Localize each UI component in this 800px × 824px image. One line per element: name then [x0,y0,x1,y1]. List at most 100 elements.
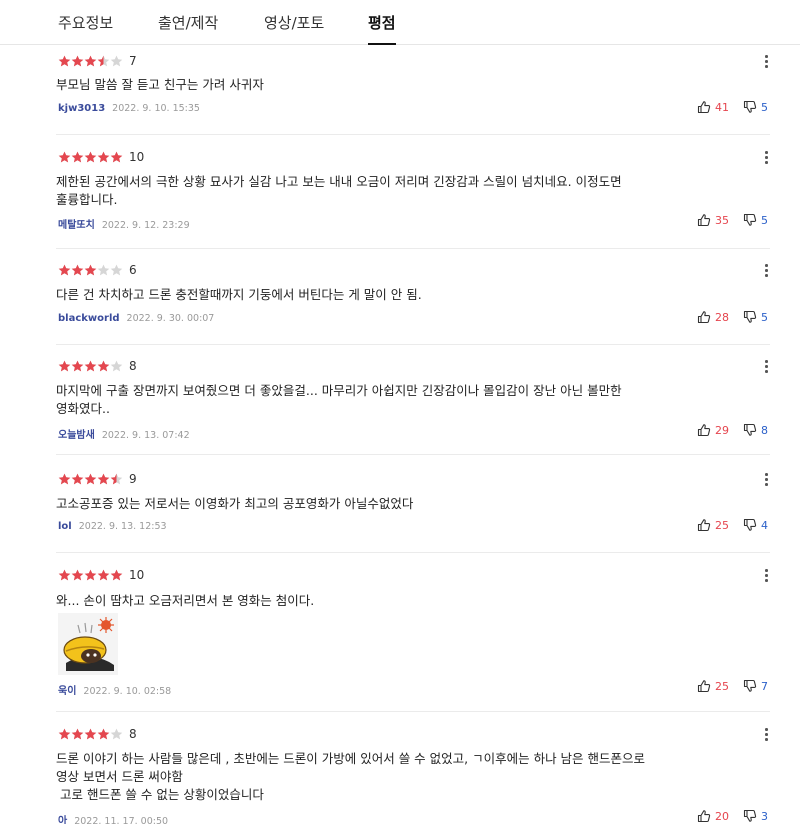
star-icon [110,55,123,66]
more-options-icon[interactable] [762,726,770,742]
like-button[interactable]: 25 [697,518,729,532]
review-item: 7 부모님 말씀 잘 듣고 친구는 가려 사귀자 kjw3013 2022. 9… [56,53,770,135]
review-rating: 7 [58,53,137,69]
dislike-count: 5 [761,213,768,227]
like-button[interactable]: 29 [697,423,729,437]
dislike-button[interactable]: 5 [743,100,768,114]
review-text: 마지막에 구출 장면까지 보여줬으면 더 좋았을걸... 마무리가 아쉽지만 긴… [56,382,622,418]
star-icon [84,264,97,275]
review-text-line: 영화였다.. [56,401,110,416]
review-author[interactable]: kjw3013 [58,103,105,114]
thumbs-down-icon [743,679,761,693]
star-icon [97,360,110,371]
thumbs-down-icon [743,809,761,823]
star-icon [97,728,110,739]
tab-ratings[interactable]: 평점 [368,12,396,45]
tab-main-info[interactable]: 주요정보 [58,12,113,33]
more-options-icon[interactable] [762,149,770,165]
dislike-button[interactable]: 8 [743,423,768,437]
dislike-button[interactable]: 4 [743,518,768,532]
like-button[interactable]: 35 [697,213,729,227]
star-rating [58,569,123,582]
rating-score: 9 [129,472,137,486]
review-author[interactable]: lol [58,521,72,532]
star-rating [58,473,123,486]
more-options-icon[interactable] [762,471,770,487]
dislike-count: 5 [761,310,768,324]
review-divider [56,248,770,249]
star-rating [58,728,123,741]
rating-score: 6 [129,263,137,277]
star-icon [84,473,97,484]
star-icon [58,473,71,484]
dislike-button[interactable]: 7 [743,679,768,693]
vote-buttons: 41 5 [697,100,768,114]
review-author[interactable]: blackworld [58,313,120,324]
rating-score: 8 [129,727,137,741]
like-count: 25 [715,518,729,532]
review-text-line: 제한된 공간에서의 극한 상황 묘사가 실감 나고 보는 내내 오금이 저리며 … [56,174,622,189]
rating-score: 10 [129,568,145,582]
star-icon [97,473,110,484]
star-icon [84,55,97,66]
like-button[interactable]: 41 [697,100,729,114]
review-text-line: 고로 핸드폰 쓸 수 없는 상황이었습니다 [56,787,264,802]
review-item: 10 와... 손이 땀차고 오금저리면서 본 영화는 첨이다. 욱이 2022… [56,567,770,712]
thumbs-up-icon [697,310,715,324]
star-icon [110,728,123,739]
dislike-button[interactable]: 5 [743,213,768,227]
review-rating: 6 [58,262,137,278]
dislike-button[interactable]: 3 [743,809,768,823]
like-button[interactable]: 20 [697,809,729,823]
thumbs-down-icon [743,213,761,227]
review-date: 2022. 9. 10. 15:35 [112,103,200,114]
tab-cast-crew[interactable]: 출연/제작 [158,12,218,33]
review-text-line: 다른 건 차치하고 드론 충전할때까지 기둥에서 버틴다는 게 말이 안 됨. [56,287,422,302]
review-meta: blackworld 2022. 9. 30. 00:07 [58,313,214,324]
review-text-line: 마지막에 구출 장면까지 보여줬으면 더 좋았을걸... 마무리가 아쉽지만 긴… [56,383,622,398]
vote-buttons: 25 7 [697,679,768,693]
review-divider [56,454,770,455]
review-author[interactable]: 욱이 [58,682,76,697]
vote-buttons: 20 3 [697,809,768,823]
thumbs-up-icon [697,679,715,693]
like-button[interactable]: 25 [697,679,729,693]
review-text: 다른 건 차치하고 드론 충전할때까지 기둥에서 버틴다는 게 말이 안 됨. [56,286,422,304]
vote-buttons: 29 8 [697,423,768,437]
star-icon [110,360,123,371]
review-text-line: 영상 보면서 드론 써야함 [56,769,183,784]
like-count: 20 [715,809,729,823]
review-date: 2022. 9. 12. 23:29 [101,220,190,231]
like-count: 41 [715,100,729,114]
more-options-icon[interactable] [762,53,770,69]
thumbs-down-icon [743,423,761,437]
more-options-icon[interactable] [762,358,770,374]
star-icon [84,360,97,371]
review-meta: 오늘밤새 2022. 9. 13. 07:42 [58,426,190,441]
review-author[interactable]: 아 [58,812,67,824]
thumbs-up-icon [697,423,715,437]
vote-buttons: 25 4 [697,518,768,532]
tab-video-photo[interactable]: 영상/포토 [264,12,324,33]
thumbs-down-icon [743,310,761,324]
like-button[interactable]: 28 [697,310,729,324]
star-icon [97,55,110,66]
rating-score: 10 [129,150,145,164]
more-options-icon[interactable] [762,262,770,278]
review-author[interactable]: 메탈또치 [58,216,95,231]
star-icon [84,151,97,162]
review-divider [56,134,770,135]
review-author[interactable]: 오늘밤새 [58,426,95,441]
more-options-icon[interactable] [762,567,770,583]
star-icon [58,569,71,580]
dislike-button[interactable]: 5 [743,310,768,324]
review-text-line: 부모님 말씀 잘 듣고 친구는 가려 사귀자 [56,77,264,92]
star-icon [58,264,71,275]
review-divider [56,344,770,345]
like-count: 35 [715,213,729,227]
star-icon [58,728,71,739]
review-rating: 10 [58,567,144,583]
review-rating: 9 [58,471,137,487]
like-count: 29 [715,423,729,437]
dislike-count: 4 [761,518,768,532]
